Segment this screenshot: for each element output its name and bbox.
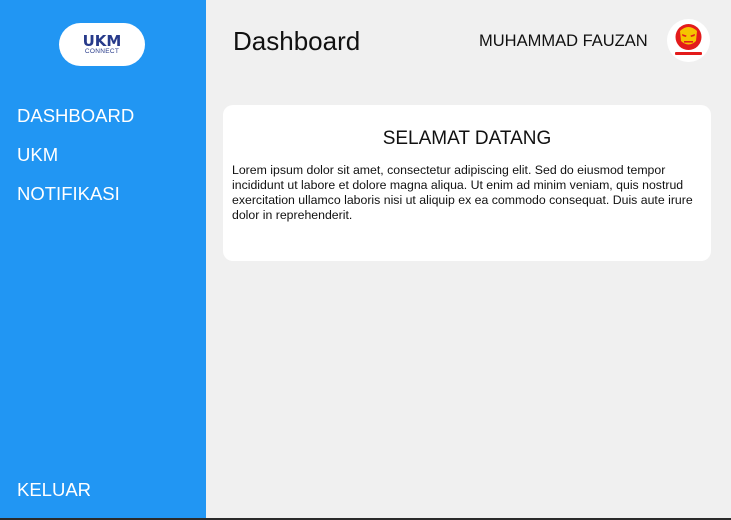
- page-title: Dashboard: [233, 26, 361, 56]
- sidebar-item-ukm[interactable]: UKM: [17, 143, 134, 182]
- sidebar-nav: DASHBOARD UKM NOTIFIKASI: [17, 104, 134, 221]
- logo-mark: UKM: [82, 31, 122, 50]
- card-title: SELAMAT DATANG: [382, 128, 552, 149]
- app-logo[interactable]: UKM CONNECT: [59, 23, 145, 66]
- sidebar: UKM CONNECT DASHBOARD UKM NOTIFIKASI KEL…: [0, 0, 206, 518]
- user-name[interactable]: MUHAMMAD FAUZAN: [479, 31, 648, 51]
- logout-button[interactable]: KELUAR: [17, 478, 91, 502]
- card-body: Lorem ipsum dolor sit amet, consectetur …: [232, 163, 693, 222]
- avatar[interactable]: [667, 19, 710, 62]
- iron-man-helmet-icon: [675, 24, 702, 55]
- sidebar-item-notifikasi[interactable]: NOTIFIKASI: [17, 182, 134, 221]
- welcome-card: SELAMAT DATANG Lorem ipsum dolor sit ame…: [223, 105, 711, 261]
- sidebar-item-dashboard[interactable]: DASHBOARD: [17, 104, 134, 143]
- logo-subtitle: CONNECT: [84, 47, 120, 55]
